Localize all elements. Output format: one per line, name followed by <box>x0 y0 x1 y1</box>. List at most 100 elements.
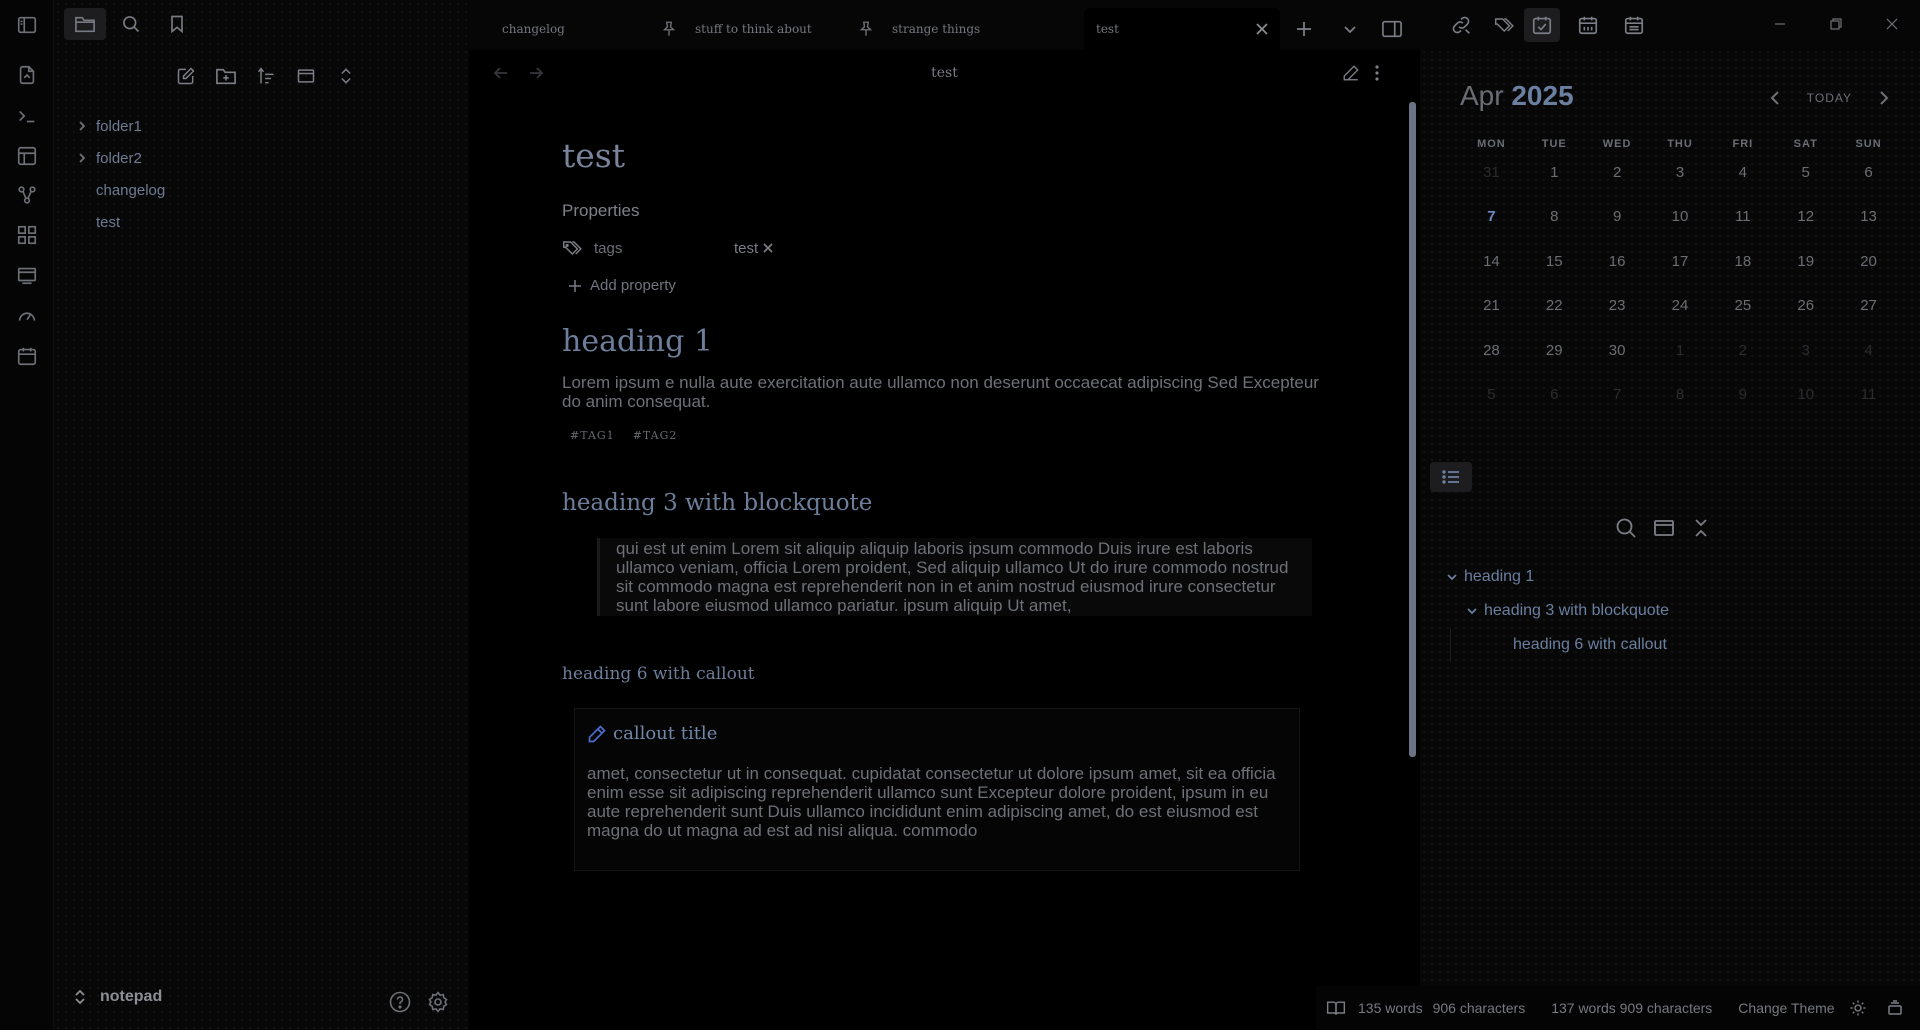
help-icon[interactable] <box>388 990 412 1014</box>
calendar-day[interactable]: 19 <box>1774 253 1837 270</box>
property-key[interactable]: tags <box>594 240 734 257</box>
add-property-button[interactable]: Add property <box>562 277 1322 294</box>
calendar-day[interactable]: 11 <box>1837 386 1900 403</box>
calendar-check-icon[interactable] <box>1524 8 1560 42</box>
pin-icon[interactable] <box>661 20 677 38</box>
outline-item-heading-3[interactable]: heading 3 with blockquote <box>1440 594 1900 628</box>
calendar-day[interactable]: 12 <box>1774 208 1837 225</box>
terminal-icon[interactable] <box>14 103 40 129</box>
chevron-down-icon[interactable] <box>1440 571 1464 583</box>
right-sidebar-toggle-icon[interactable] <box>1381 8 1403 50</box>
calendar-day[interactable]: 11 <box>1711 208 1774 225</box>
calendar-day[interactable]: 10 <box>1774 386 1837 403</box>
property-tag-pill[interactable]: test <box>734 240 774 257</box>
new-note-icon[interactable] <box>170 62 202 90</box>
new-folder-icon[interactable] <box>210 62 242 90</box>
tree-file-changelog[interactable]: changelog <box>68 174 448 206</box>
vault-switcher[interactable]: notepad <box>74 988 162 1006</box>
calendar-day[interactable]: 9 <box>1586 208 1649 225</box>
calendar-day[interactable]: 2 <box>1586 164 1649 181</box>
minimize-icon[interactable] <box>1752 0 1808 48</box>
calendar-day[interactable]: 13 <box>1837 208 1900 225</box>
calendar-day[interactable]: 26 <box>1774 297 1837 314</box>
calendar-icon[interactable] <box>14 343 40 369</box>
calendar-day[interactable]: 15 <box>1523 253 1586 270</box>
outline-tab-list-icon[interactable] <box>1430 462 1472 492</box>
calendar-day[interactable]: 22 <box>1523 297 1586 314</box>
calendar-day[interactable]: 6 <box>1523 386 1586 403</box>
calendar-day[interactable]: 14 <box>1460 253 1523 270</box>
calendar-day[interactable]: 4 <box>1837 342 1900 359</box>
calendar-day[interactable]: 10 <box>1649 208 1712 225</box>
blockquote[interactable]: qui est ut enim Lorem sit aliquip aliqui… <box>597 538 1312 616</box>
heading-1[interactable]: heading 1 <box>562 324 1322 359</box>
calendar-day[interactable]: 25 <box>1711 297 1774 314</box>
heading-3[interactable]: heading 3 with blockquote <box>562 490 1322 516</box>
callout-block[interactable]: callout title amet, consectetur ut in co… <box>574 708 1300 871</box>
tree-folder-folder2[interactable]: folder2 <box>68 142 448 174</box>
outline-item-heading-6[interactable]: heading 6 with callout <box>1450 628 1900 662</box>
calendar-day[interactable]: 7 <box>1586 386 1649 403</box>
gauge-icon[interactable] <box>14 303 40 329</box>
tag-link[interactable]: #TAG1 <box>570 429 615 442</box>
calendar-day[interactable]: 29 <box>1523 342 1586 359</box>
calendar-day[interactable]: 23 <box>1586 297 1649 314</box>
note-title[interactable]: test <box>562 136 1322 175</box>
calendar-day[interactable]: 8 <box>1523 208 1586 225</box>
tab-strange-things[interactable]: strange things <box>858 8 980 50</box>
search-icon[interactable] <box>1614 516 1638 540</box>
calendar-days-icon[interactable] <box>1616 8 1652 42</box>
tab-stuff-to-think-about[interactable]: stuff to think about <box>661 8 812 50</box>
canvas-icon[interactable] <box>14 143 40 169</box>
open-file-icon[interactable] <box>14 62 40 88</box>
heading-6[interactable]: heading 6 with callout <box>562 664 1322 684</box>
restore-icon[interactable] <box>1808 0 1864 48</box>
settings-gear-icon[interactable] <box>426 990 450 1014</box>
edit-pencil-icon[interactable] <box>1342 64 1360 82</box>
calendar-day[interactable]: 24 <box>1649 297 1712 314</box>
calendar-day[interactable]: 1 <box>1649 342 1712 359</box>
reading-view-book-icon[interactable] <box>1326 999 1346 1017</box>
calendar-day[interactable]: 8 <box>1649 386 1712 403</box>
calendar-day[interactable]: 3 <box>1774 342 1837 359</box>
next-month-chevron-icon[interactable] <box>1878 90 1890 106</box>
calendar-day[interactable]: 4 <box>1711 164 1774 181</box>
calendar-day[interactable]: 6 <box>1837 164 1900 181</box>
close-tab-icon[interactable] <box>1254 21 1270 37</box>
new-tab-icon[interactable] <box>1295 8 1313 50</box>
calendar-day[interactable]: 30 <box>1586 342 1649 359</box>
auto-expand-icon[interactable] <box>1652 516 1676 540</box>
tag-link[interactable]: #TAG2 <box>633 429 678 442</box>
pin-icon[interactable] <box>858 20 874 38</box>
calendar-day[interactable]: 16 <box>1586 253 1649 270</box>
search-tab-icon[interactable] <box>110 8 152 40</box>
tab-changelog[interactable]: changelog <box>502 8 565 50</box>
editor-scrollbar[interactable] <box>1409 102 1416 757</box>
calendar-day[interactable]: 17 <box>1649 253 1712 270</box>
slides-icon[interactable] <box>14 262 40 288</box>
calendar-day[interactable]: 5 <box>1774 164 1837 181</box>
tree-file-test[interactable]: test <box>68 206 448 238</box>
auto-reveal-icon[interactable] <box>290 62 322 90</box>
calendar-day[interactable]: 5 <box>1460 386 1523 403</box>
backlinks-icon[interactable] <box>1443 8 1479 42</box>
calendar-day[interactable]: 3 <box>1649 164 1712 181</box>
calendar-day[interactable]: 2 <box>1711 342 1774 359</box>
calendar-grid-icon[interactable] <box>1570 8 1606 42</box>
calendar-day[interactable]: 1 <box>1523 164 1586 181</box>
graph-view-icon[interactable] <box>14 182 40 208</box>
bookmarks-tab-icon[interactable] <box>156 8 198 40</box>
paragraph[interactable]: Lorem ipsum e nulla aute exercitation au… <box>562 373 1322 411</box>
tags-pane-icon[interactable] <box>1488 8 1524 42</box>
sort-icon[interactable] <box>250 62 282 90</box>
dashboard-icon[interactable] <box>14 222 40 248</box>
sidebar-toggle-icon[interactable] <box>14 12 40 38</box>
calendar-day[interactable]: 20 <box>1837 253 1900 270</box>
files-tab-icon[interactable] <box>64 8 106 40</box>
calendar-day[interactable]: 9 <box>1711 386 1774 403</box>
change-theme-button[interactable]: Change Theme <box>1738 1000 1834 1016</box>
calendar-day[interactable]: 21 <box>1460 297 1523 314</box>
close-window-icon[interactable] <box>1864 0 1920 48</box>
view-header-title[interactable]: test <box>469 65 1420 81</box>
more-options-icon[interactable] <box>1374 64 1380 82</box>
